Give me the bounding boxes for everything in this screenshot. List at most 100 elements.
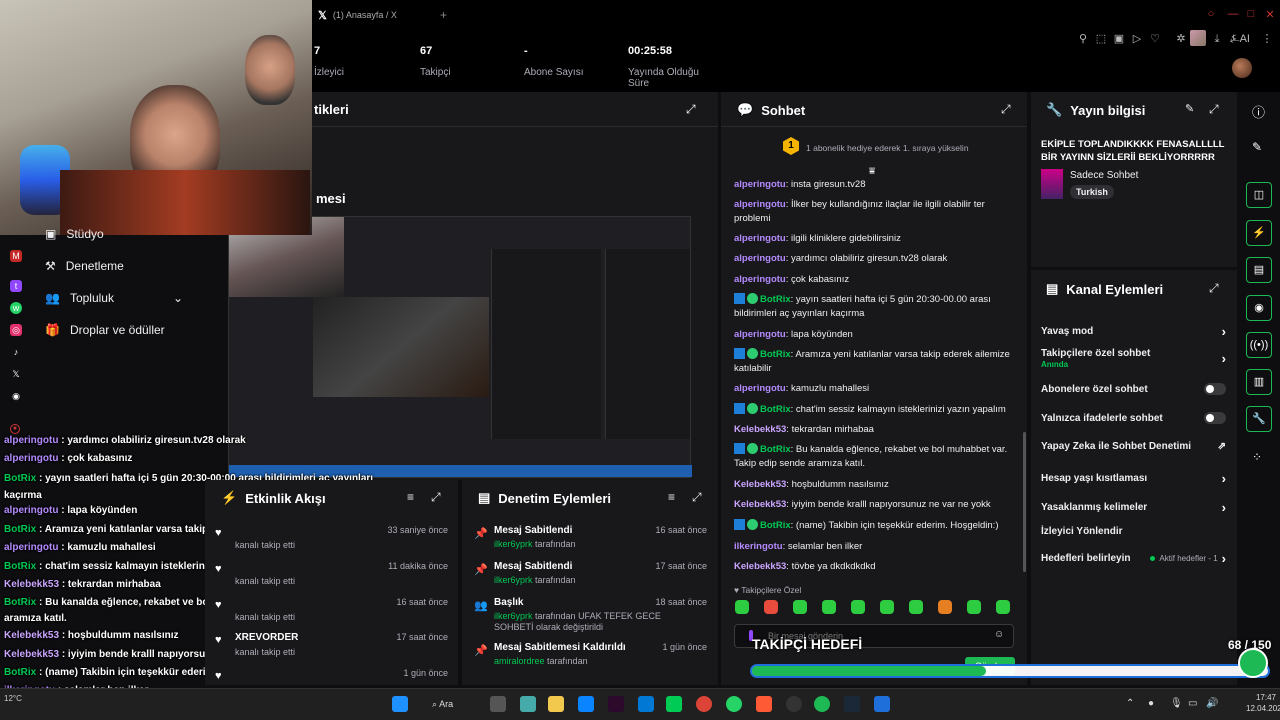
emote-icon[interactable] [938, 600, 952, 614]
nav-studio[interactable]: ▣ Stüdyo [45, 227, 104, 241]
category-name[interactable]: Sadece Sohbet [1070, 170, 1138, 181]
profile-avatar[interactable] [1190, 30, 1206, 46]
popout-icon[interactable]: ⤢ [1209, 281, 1219, 296]
file-explorer-icon[interactable] [548, 696, 564, 712]
steam-icon[interactable] [844, 696, 860, 712]
edit-icon[interactable]: ✎ [1185, 102, 1194, 115]
chat-username[interactable]: alperingotu [734, 253, 786, 264]
chat-message[interactable]: Kelebekk53: hoşbuldumm nasılsınız [734, 478, 1019, 492]
taskbar-clock[interactable]: 17:47 12.04.2026 [1246, 693, 1280, 713]
channel-action-item[interactable]: Yasaklanmış kelimeler › [1041, 500, 1226, 515]
emote-icon[interactable] [996, 600, 1010, 614]
discord-icon[interactable]: ◉ [10, 390, 22, 402]
emote-icon[interactable] [764, 600, 778, 614]
emote-icon[interactable] [851, 600, 865, 614]
activity-username[interactable]: XREVORDER [235, 632, 298, 643]
rail-document-button[interactable]: ▤ [1246, 257, 1272, 283]
chat-message[interactable]: alperingotu: lapa köyünden [734, 328, 1019, 342]
chat-message[interactable]: BotRix: chat'im sessiz kalmayın istekler… [734, 403, 1019, 417]
channel-action-item[interactable]: Hesap yaşı kısıtlaması › [1041, 471, 1226, 486]
chat-filter-icon[interactable]: ⩸ [869, 166, 875, 177]
popout-icon[interactable]: ⤢ [431, 490, 441, 505]
chat-username[interactable]: ilkeringotu [734, 541, 783, 552]
pin-icon[interactable]: ⚲ [1076, 32, 1090, 46]
pencil-icon[interactable]: ✎ [1252, 140, 1262, 154]
chat-message[interactable]: Kelebekk53: iyiyim bende kralll napıyors… [734, 498, 1019, 512]
emote-icon[interactable] [735, 600, 749, 614]
chat-username[interactable]: BotRix [760, 444, 791, 455]
chat-message[interactable]: alperingotu: insta giresun.tv28 [734, 178, 1019, 192]
toggle-switch[interactable] [1204, 412, 1226, 424]
channel-action-item[interactable]: Yavaş mod › [1041, 324, 1226, 339]
emote-icon[interactable] [880, 600, 894, 614]
chat-username[interactable]: alperingotu [734, 199, 786, 210]
crop-icon[interactable]: ⬚ [1094, 32, 1108, 46]
browser-tab[interactable]: 𝕏 (1) Anasayfa / X [312, 4, 432, 26]
channel-action-item[interactable]: Yalnızca ifadelerle sohbet [1041, 412, 1226, 424]
chat-message[interactable]: BotRix: (name) Takibin için teşekkür ede… [734, 519, 1019, 533]
moderator-username[interactable]: ilker6yprk [494, 611, 533, 621]
edge-icon[interactable] [578, 696, 594, 712]
volume-icon[interactable]: 🔊 [1206, 698, 1218, 709]
play-icon[interactable]: ▷ [1130, 32, 1144, 46]
app-icon[interactable] [520, 696, 536, 712]
user-avatar[interactable] [1232, 58, 1252, 78]
popout-icon[interactable]: ⤢ [1001, 102, 1011, 117]
x-icon[interactable]: 𝕏 [10, 368, 22, 380]
chat-message[interactable]: BotRix: Bu kanalda eğlence, rekabet ve b… [734, 443, 1019, 471]
app-icon[interactable] [608, 696, 624, 712]
chat-username[interactable]: alperingotu [734, 383, 786, 394]
chat-username[interactable]: BotRix [760, 404, 791, 415]
app-icon[interactable] [874, 696, 890, 712]
network-icon[interactable]: ▭ [1188, 698, 1197, 709]
store-icon[interactable] [638, 696, 654, 712]
chat-message[interactable]: alperingotu: ilgili kliniklere gidebilir… [734, 232, 1019, 246]
nav-community[interactable]: 👥 Topluluk ⌄ [45, 291, 183, 305]
tiktok-icon[interactable]: ♪ [10, 346, 22, 358]
channel-action-item[interactable]: Abonelere özel sohbet [1041, 383, 1226, 395]
chat-scrollbar[interactable] [1023, 432, 1026, 572]
chat-username[interactable]: BotRix [760, 520, 791, 531]
chat-message[interactable]: Kelebekk53: tekrardan mirhabaa [734, 423, 1019, 437]
chat-username[interactable]: BotRix [760, 294, 791, 305]
chat-username[interactable]: Kelebekk53 [734, 479, 786, 490]
emote-icon[interactable] [793, 600, 807, 614]
chat-username[interactable]: Kelebekk53 [734, 424, 786, 435]
chrome-icon[interactable] [696, 696, 712, 712]
stream-preview-video[interactable] [228, 216, 692, 478]
emote-icon[interactable] [909, 600, 923, 614]
tray-app-icon[interactable]: ● [1148, 698, 1154, 709]
app-icon[interactable] [756, 696, 772, 712]
app-icon[interactable] [666, 696, 682, 712]
filter-icon[interactable]: ≡ [407, 490, 414, 504]
music-icon[interactable]: M [10, 250, 22, 262]
chat-username[interactable]: alperingotu [734, 329, 786, 340]
rail-camera-button[interactable]: ◫ [1246, 182, 1272, 208]
whatsapp-icon[interactable]: w [10, 302, 22, 314]
search-icon[interactable]: ○ [1204, 8, 1218, 22]
toggle-switch[interactable] [1204, 383, 1226, 395]
rail-lightning-button[interactable]: ⚡ [1246, 220, 1272, 246]
chat-username[interactable]: alperingotu [734, 233, 786, 244]
emoji-icon[interactable]: ☺ [994, 629, 1004, 640]
screenshot-icon[interactable]: ▣ [1112, 32, 1126, 46]
task-view-icon[interactable] [490, 696, 506, 712]
instagram-icon[interactable]: ◎ [10, 324, 22, 336]
minimize-icon[interactable]: — [1226, 8, 1240, 22]
channel-action-item[interactable]: İzleyici Yönlendir [1041, 526, 1226, 537]
popout-icon[interactable]: ⤢ [692, 490, 702, 505]
download-icon[interactable]: ⤓ [1210, 32, 1224, 46]
chat-message[interactable]: alperingotu: çok kabasınız [734, 273, 1019, 287]
popout-icon[interactable]: ⤢ [1209, 102, 1219, 117]
tray-chevron-icon[interactable]: ⌃ [1126, 698, 1134, 709]
microphone-icon[interactable]: 🎙 [1170, 698, 1183, 709]
windows-start-icon[interactable] [392, 696, 408, 712]
heart-icon[interactable]: ♡ [1148, 32, 1162, 46]
channel-action-item[interactable]: Takipçilere özel sohbet Anında › [1041, 348, 1226, 369]
record-icon[interactable]: ● [10, 424, 20, 434]
taskbar-search[interactable]: ⌕ Ara [432, 696, 478, 712]
chat-username[interactable]: Kelebekk53 [734, 561, 786, 572]
maximize-icon[interactable]: □ [1244, 8, 1258, 22]
rail-broadcast-button[interactable]: ((•)) [1246, 332, 1272, 358]
chat-username[interactable]: alperingotu [734, 274, 786, 285]
